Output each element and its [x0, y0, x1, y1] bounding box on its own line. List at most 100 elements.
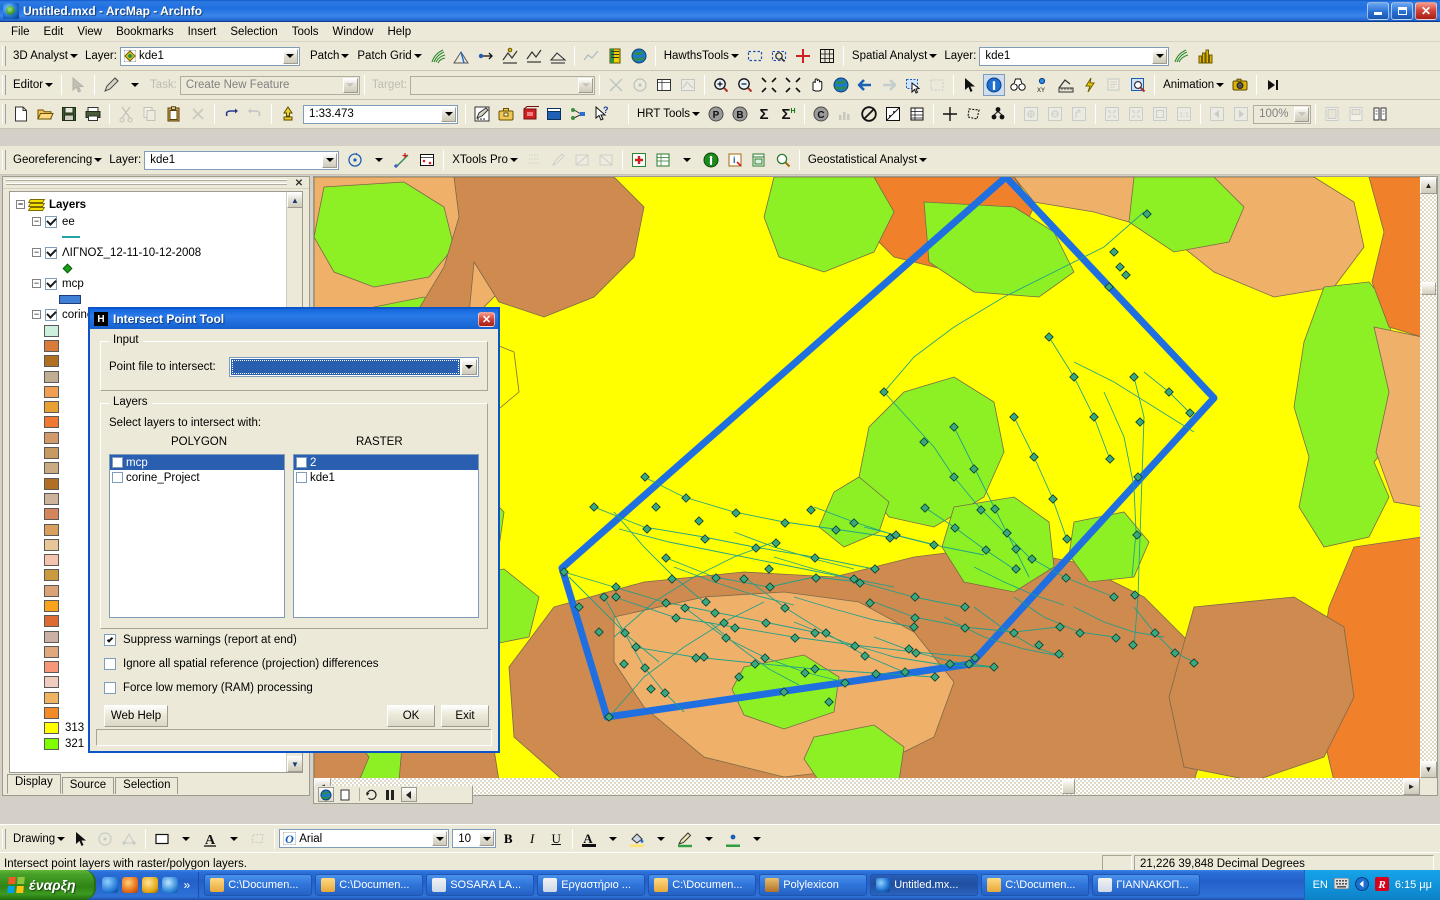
create-profile-graph-icon[interactable]: [523, 45, 545, 67]
chevron-down-icon[interactable]: [124, 74, 146, 96]
layer-visibility-checkbox[interactable]: [45, 277, 57, 290]
chevron-down-icon[interactable]: [698, 828, 720, 850]
steepest-path-icon[interactable]: [451, 45, 473, 67]
full-extent-globe-icon[interactable]: [830, 74, 852, 96]
attributes-icon[interactable]: [653, 74, 675, 96]
polygon-layer-list[interactable]: mcp corine_Project: [109, 454, 285, 618]
layer-checkbox[interactable]: [112, 472, 123, 483]
chevron-down-icon[interactable]: [461, 359, 477, 375]
underline-button[interactable]: U: [545, 828, 567, 850]
collapse-icon[interactable]: −: [32, 279, 41, 288]
firefox-icon[interactable]: [121, 877, 138, 893]
avira-antivirus-icon[interactable]: R: [1374, 876, 1389, 894]
whats-this-help-icon[interactable]: ?: [591, 103, 613, 125]
drawing-menu[interactable]: Drawing: [9, 832, 69, 846]
georeferencing-menu[interactable]: Georeferencing: [9, 153, 106, 167]
sketch-pencil-icon[interactable]: [100, 74, 122, 96]
quicklaunch-overflow-icon[interactable]: »: [182, 878, 193, 892]
zoom-out-icon[interactable]: [734, 74, 756, 96]
toolbar-grip[interactable]: [2, 150, 6, 170]
georef-layer-combo[interactable]: kde1: [144, 150, 340, 170]
go-back-extent-icon[interactable]: [854, 74, 876, 96]
keyboard-icon[interactable]: [1333, 877, 1350, 892]
scroll-down-arrow-icon[interactable]: ▼: [287, 756, 302, 772]
add-control-points-icon[interactable]: [392, 149, 414, 171]
raster-layer-list[interactable]: 2 kde1: [293, 454, 479, 618]
taskbar-item[interactable]: C:\Documen...: [204, 874, 313, 896]
chevron-down-icon[interactable]: [676, 149, 698, 171]
map-hscroll-thumb[interactable]: [1062, 779, 1075, 794]
menu-item-bookmarks[interactable]: Bookmarks: [109, 24, 181, 40]
fill-color-icon[interactable]: [626, 828, 648, 850]
spatial-layer-combo[interactable]: kde1: [979, 46, 1170, 66]
editor-toolbar-icon[interactable]: [471, 103, 493, 125]
view-link-table-icon[interactable]: [416, 149, 438, 171]
line-color-icon[interactable]: [674, 828, 696, 850]
xtools-pro-menu[interactable]: XTools Pro: [448, 153, 522, 167]
zoom-in-icon[interactable]: [710, 74, 732, 96]
hrt-sigma-icon[interactable]: Σ: [753, 103, 775, 125]
suppress-warnings-option[interactable]: Suppress warnings (report at end): [104, 634, 297, 646]
toc-tab-display[interactable]: Display: [7, 774, 61, 794]
menu-item-edit[interactable]: Edit: [37, 24, 71, 40]
pan-hand-icon[interactable]: [806, 74, 828, 96]
toc-layer-mcp[interactable]: − mcp: [16, 275, 286, 292]
bold-button[interactable]: B: [497, 828, 519, 850]
xtools-find-icon[interactable]: [772, 149, 794, 171]
taskbar-item[interactable]: Polylexicon: [759, 874, 868, 896]
map-vertical-scrollbar[interactable]: ▲ ▼: [1420, 177, 1437, 778]
select-rectangle-icon[interactable]: [744, 45, 766, 67]
histogram-icon[interactable]: [1194, 45, 1216, 67]
suppress-warnings-checkbox[interactable]: [104, 634, 116, 646]
select-elements-icon[interactable]: [70, 828, 92, 850]
font-color-icon[interactable]: A: [578, 828, 600, 850]
refresh-view-icon[interactable]: [363, 787, 379, 802]
taskbar-item[interactable]: Untitled.mx...: [870, 874, 979, 896]
hrt-tools-menu[interactable]: HRT Tools: [633, 107, 704, 121]
scroll-right-arrow-icon[interactable]: ►: [1403, 778, 1420, 795]
target-combo[interactable]: [410, 75, 596, 95]
map-horizontal-scrollbar[interactable]: ◄ ►: [314, 778, 1420, 795]
close-icon[interactable]: ✕: [1415, 1, 1437, 20]
ignore-projection-option[interactable]: Ignore all spatial reference (projection…: [104, 658, 378, 670]
add-data-icon[interactable]: [277, 103, 299, 125]
chevron-down-icon[interactable]: [441, 106, 456, 122]
chevron-down-icon[interactable]: [432, 831, 448, 846]
animation-menu[interactable]: Animation: [1159, 78, 1228, 92]
magnifier-window-icon[interactable]: [1127, 74, 1149, 96]
chevron-down-icon[interactable]: [175, 828, 197, 850]
layer-checkbox[interactable]: [296, 457, 307, 468]
taskbar-item[interactable]: C:\Documen...: [315, 874, 424, 896]
add-point-icon[interactable]: [792, 45, 814, 67]
list-item[interactable]: 2: [294, 455, 478, 470]
chevron-down-icon[interactable]: [746, 828, 768, 850]
marker-color-icon[interactable]: [722, 828, 744, 850]
toolbar-grip[interactable]: [2, 828, 6, 849]
taskbar-item[interactable]: Εργαστήριο ...: [537, 874, 646, 896]
3d-analyst-menu[interactable]: 3D Analyst: [9, 49, 82, 63]
hrt-scatter-icon[interactable]: [882, 103, 904, 125]
font-size-combo[interactable]: 10: [452, 829, 497, 848]
chevron-down-icon[interactable]: [322, 152, 338, 168]
new-text-icon[interactable]: A: [199, 828, 221, 850]
chevron-down-icon[interactable]: [1294, 106, 1310, 122]
collapse-icon[interactable]: −: [32, 310, 41, 319]
find-route-xy-icon[interactable]: XY: [1031, 74, 1053, 96]
layer-checkbox[interactable]: [112, 457, 123, 468]
patch-menu[interactable]: Patch: [306, 49, 353, 63]
intersect-point-tool-dialog[interactable]: H Intersect Point Tool ✕ Input Point fil…: [88, 307, 500, 753]
low-memory-checkbox[interactable]: [104, 682, 116, 694]
toc-drag-bars[interactable]: [6, 179, 287, 186]
hawthstools-menu[interactable]: HawthsTools: [660, 49, 743, 63]
layer-visibility-checkbox[interactable]: [45, 246, 57, 259]
layer-visibility-checkbox[interactable]: [45, 308, 57, 321]
toc-collapse-arrow-icon[interactable]: [401, 787, 417, 802]
hrt-table-icon[interactable]: [906, 103, 928, 125]
point-file-value[interactable]: [231, 359, 460, 375]
font-combo[interactable]: O Arial: [279, 829, 450, 848]
contour-icon[interactable]: [427, 45, 449, 67]
list-item[interactable]: kde1: [294, 470, 478, 485]
menu-item-insert[interactable]: Insert: [181, 24, 224, 40]
minimize-button[interactable]: [1367, 1, 1389, 20]
task-combo[interactable]: Create New Feature: [179, 75, 360, 95]
